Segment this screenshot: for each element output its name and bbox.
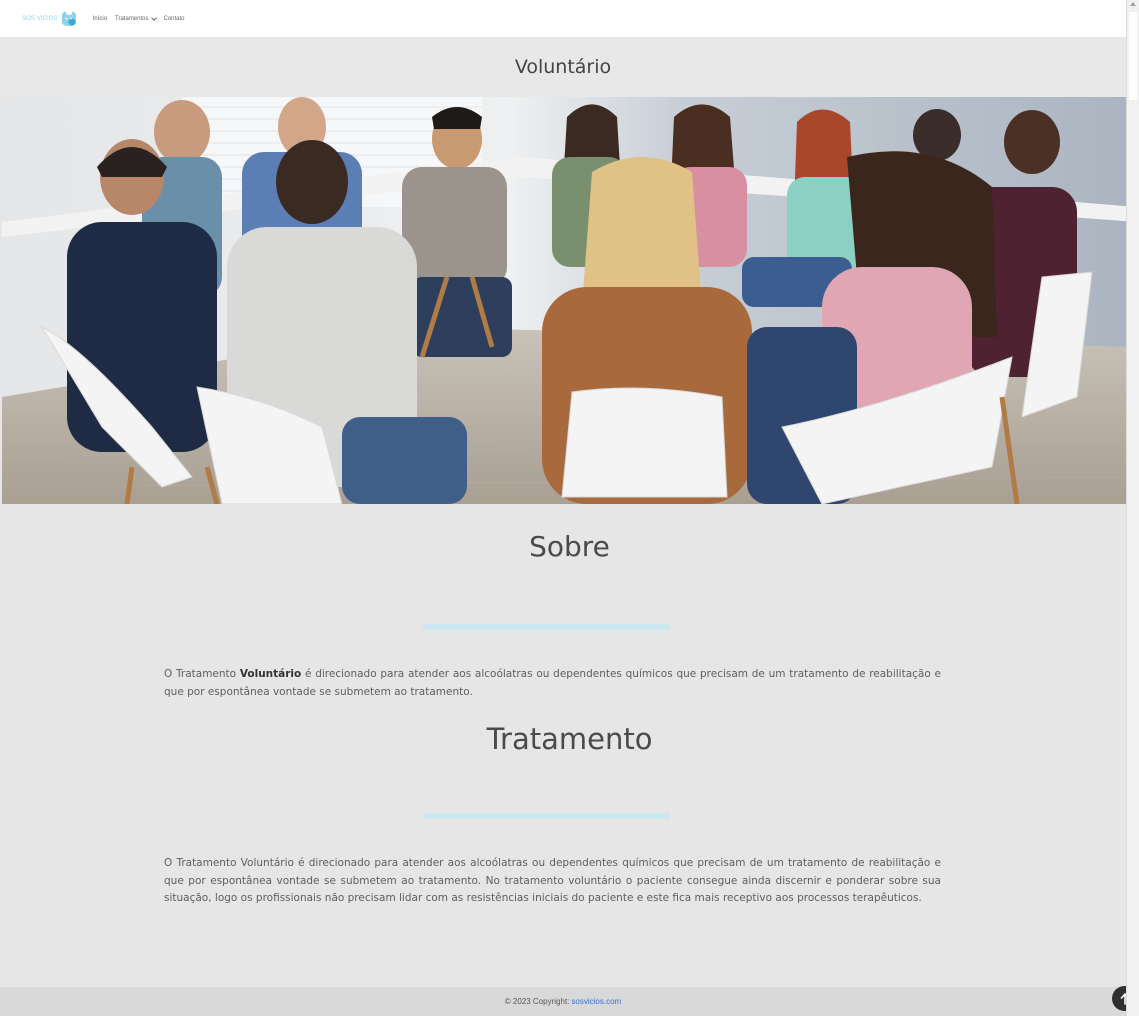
scroll-up-arrow-icon[interactable] [1130,2,1136,6]
page-title: Voluntário [514,56,612,78]
section-heading-tratamento: Tratamento [486,722,653,756]
logo-link[interactable]: SOS VICIOS [22,10,78,27]
page: SOS VICIOS Início Tratamentos Contato Vo… [0,0,1139,1016]
nav-link-inicio[interactable]: Início [93,16,107,22]
nav-dropdown-tratamentos[interactable]: Tratamentos [115,14,157,22]
logo-text: SOS VICIOS [22,15,58,22]
chevron-down-icon [150,14,157,21]
section-divider [423,624,670,630]
nav-link-label: Início [92,15,108,22]
nav-link-contato[interactable]: Contato [164,16,185,22]
hero-image [2,97,1137,504]
nav-link-label: Contato [163,15,185,22]
copyright-link[interactable]: sosvicios.com [571,997,621,1006]
section-heading-sobre: Sobre [529,530,610,563]
about-text-bold: Voluntário [239,668,302,680]
nav-link-label: Tratamentos [115,15,149,22]
about-text: O Tratamento Voluntário é direcionado pa… [164,666,941,701]
scroll-thumb[interactable] [1129,12,1137,100]
cat-logo-icon [60,10,78,27]
treatment-text: O Tratamento Voluntário é direcionado pa… [164,857,941,904]
title-band: Voluntário [0,37,1126,97]
copyright-text: © 2023 Copyright: [504,997,570,1006]
section-divider [423,813,670,819]
navbar: SOS VICIOS Início Tratamentos Contato [0,0,1126,37]
about-text-start: O Tratamento [164,668,240,680]
footer: © 2023 Copyright: sosvicios.com [0,987,1126,1016]
scrollbar[interactable] [1126,0,1139,1016]
